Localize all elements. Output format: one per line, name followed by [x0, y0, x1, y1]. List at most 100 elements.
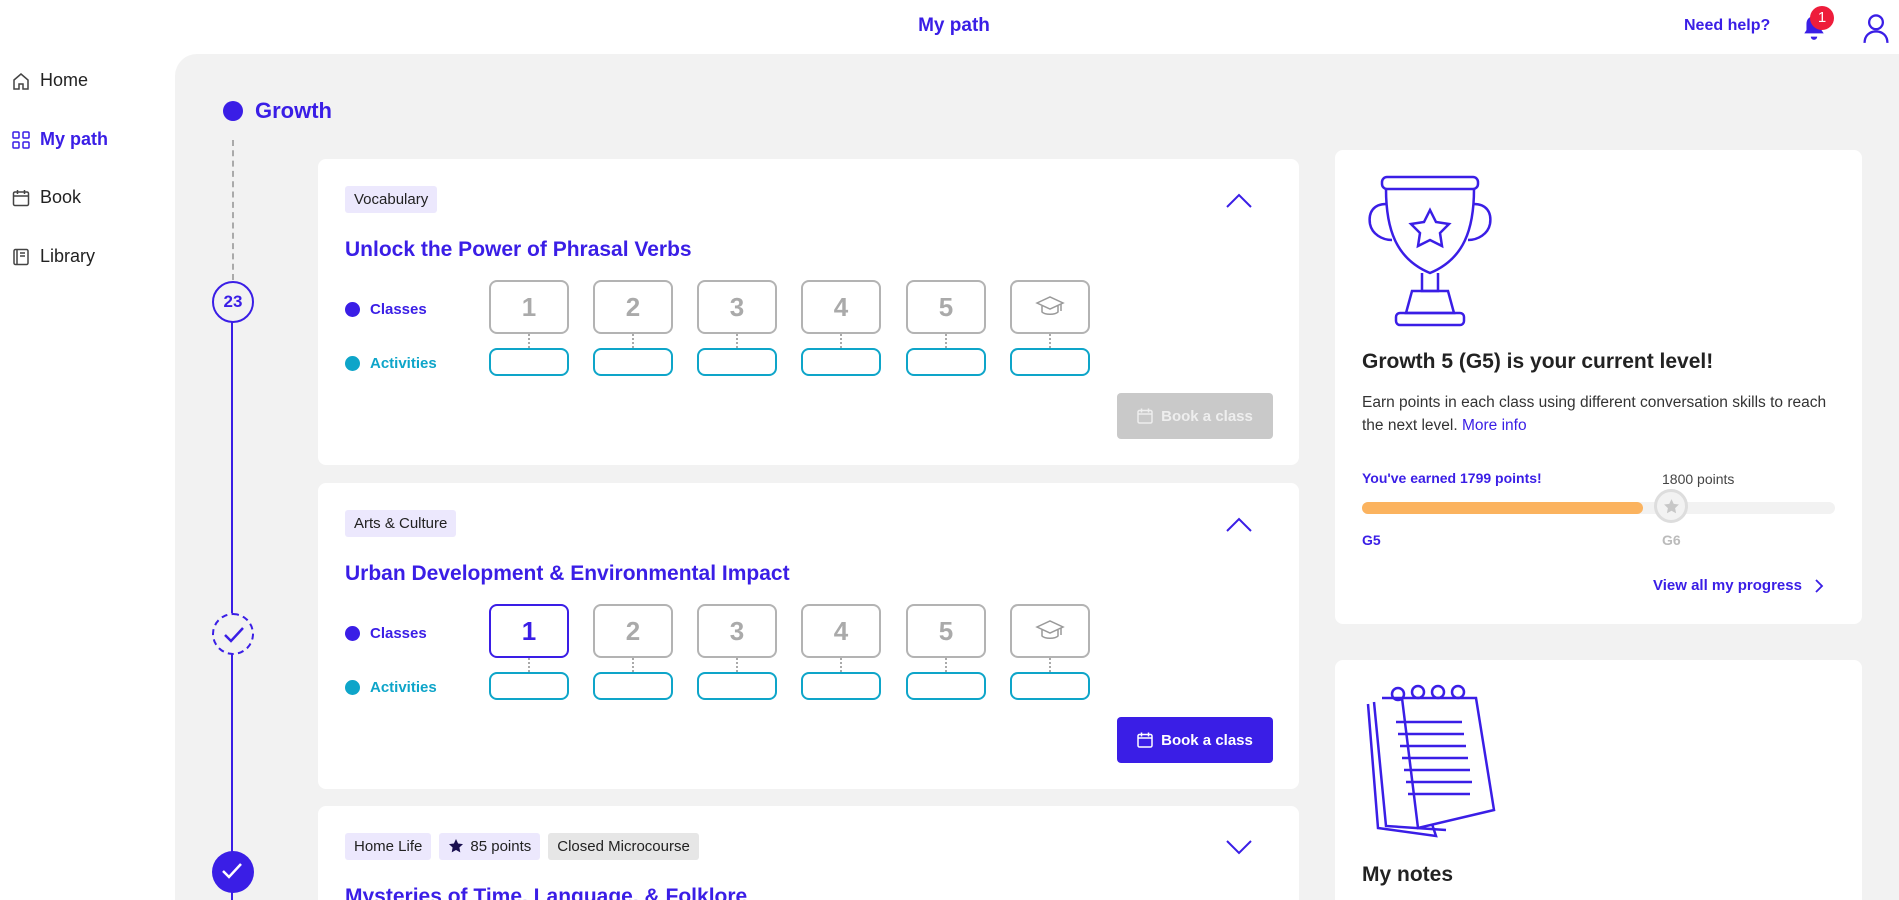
level-title: Growth 5 (G5) is your current level! — [1362, 350, 1714, 373]
calendar-icon — [1137, 732, 1153, 748]
class-column[interactable]: 1 — [489, 604, 569, 700]
grid-icon — [12, 130, 30, 149]
calendar-icon — [1137, 408, 1153, 424]
activity-box[interactable] — [906, 672, 986, 700]
notification-badge: 1 — [1810, 6, 1834, 30]
class-box[interactable]: 4 — [801, 604, 881, 658]
course-card: Home Life 85 points Closed Microcourse M… — [318, 806, 1299, 900]
class-column[interactable]: 2 — [593, 604, 673, 700]
points-tag: 85 points — [439, 833, 541, 860]
class-box[interactable]: 3 — [697, 604, 777, 658]
class-column[interactable]: 2 — [593, 280, 673, 376]
class-column[interactable] — [1010, 280, 1090, 376]
sidebar-item-my-path[interactable]: My path — [12, 129, 108, 150]
chevron-down-icon[interactable] — [1225, 838, 1253, 856]
trophy-icon — [1368, 175, 1492, 327]
class-column[interactable]: 4 — [801, 604, 881, 700]
progress-bar — [1362, 502, 1835, 514]
card-tags: Home Life 85 points Closed Microcourse — [345, 833, 699, 860]
course-title[interactable]: Unlock the Power of Phrasal Verbs — [345, 238, 692, 262]
course-title[interactable]: Urban Development & Environmental Impact — [345, 562, 790, 586]
activity-box[interactable] — [593, 672, 673, 700]
chevron-right-icon — [1815, 578, 1824, 593]
calendar-icon — [12, 189, 30, 206]
class-column[interactable]: 5 — [906, 280, 986, 376]
timeline-node-completed — [212, 851, 254, 893]
activity-box[interactable] — [489, 672, 569, 700]
need-help-link[interactable]: Need help? — [1684, 17, 1770, 35]
topic-tag: Home Life — [345, 833, 432, 860]
sidebar-item-label: My path — [40, 129, 109, 149]
notepad-icon — [1366, 684, 1496, 838]
more-info-link[interactable]: More info — [1462, 417, 1527, 434]
activity-box[interactable] — [489, 348, 569, 376]
class-box[interactable]: 1 — [489, 280, 569, 334]
sidebar-item-label: Library — [40, 246, 96, 266]
sidebar-item-library[interactable]: Library — [12, 246, 95, 267]
notes-card: My notes — [1335, 660, 1862, 900]
classes-label: Classes — [345, 301, 427, 318]
level-header: Growth — [223, 98, 332, 124]
activity-box[interactable] — [1010, 348, 1090, 376]
level-description: Earn points in each class using differen… — [1362, 394, 1827, 434]
sidebar-item-book[interactable]: Book — [12, 187, 81, 208]
main-content: Growth 23 Vocabulary Unlock the Power of… — [175, 54, 1899, 900]
progress-knob — [1654, 489, 1688, 523]
graduation-box[interactable] — [1010, 280, 1090, 334]
class-box[interactable]: 2 — [593, 280, 673, 334]
class-column[interactable]: 5 — [906, 604, 986, 700]
view-progress-link[interactable]: View all my progress — [1653, 577, 1824, 594]
activities-label: Activities — [345, 679, 437, 696]
activities-label: Activities — [345, 355, 437, 372]
timeline-dashed-line — [232, 140, 234, 280]
class-box[interactable]: 5 — [906, 604, 986, 658]
course-title[interactable]: Mysteries of Time, Language, & Folklore — [345, 885, 747, 900]
classes-label: Classes — [345, 625, 427, 642]
sidebar: Home My path Book Library — [0, 54, 175, 900]
activity-box[interactable] — [1010, 672, 1090, 700]
class-box[interactable]: 2 — [593, 604, 673, 658]
check-icon — [222, 863, 242, 879]
activity-box[interactable] — [697, 672, 777, 700]
class-column[interactable]: 1 — [489, 280, 569, 376]
activity-box[interactable] — [593, 348, 673, 376]
class-column[interactable]: 3 — [697, 604, 777, 700]
current-level-label: G5 — [1362, 532, 1381, 548]
activity-box[interactable] — [801, 348, 881, 376]
sidebar-item-label: Home — [40, 70, 89, 90]
book-icon — [13, 248, 29, 265]
class-column[interactable]: 4 — [801, 280, 881, 376]
top-bar: My path Need help? 1 — [0, 0, 1899, 54]
timeline-line — [231, 320, 233, 900]
course-card: Vocabulary Unlock the Power of Phrasal V… — [318, 159, 1299, 465]
topic-tag: Arts & Culture — [345, 510, 457, 537]
home-icon — [13, 72, 29, 90]
sidebar-item-home[interactable]: Home — [12, 70, 88, 91]
book-class-button[interactable]: Book a class — [1117, 717, 1273, 763]
class-box[interactable]: 5 — [906, 280, 986, 334]
topic-tag: Vocabulary — [345, 186, 438, 213]
sidebar-item-label: Book — [40, 187, 82, 207]
star-icon — [1664, 499, 1679, 514]
points-earned: You've earned 1799 points! — [1362, 470, 1542, 486]
activity-box[interactable] — [697, 348, 777, 376]
level-name: Growth — [255, 98, 332, 123]
user-icon[interactable] — [1862, 12, 1890, 44]
chevron-up-icon[interactable] — [1225, 191, 1253, 209]
class-column[interactable]: 3 — [697, 280, 777, 376]
class-box[interactable]: 3 — [697, 280, 777, 334]
progress-bar-fill — [1362, 502, 1643, 514]
class-box-current[interactable]: 1 — [489, 604, 569, 658]
book-class-button[interactable]: Book a class — [1117, 393, 1273, 439]
page-title: My path — [918, 15, 990, 36]
chevron-up-icon[interactable] — [1225, 515, 1253, 533]
level-dot — [223, 101, 243, 121]
notes-title: My notes — [1362, 863, 1454, 886]
activity-box[interactable] — [906, 348, 986, 376]
class-column[interactable] — [1010, 604, 1090, 700]
status-tag: Closed Microcourse — [548, 833, 699, 860]
activity-box[interactable] — [801, 672, 881, 700]
graduation-box[interactable] — [1010, 604, 1090, 658]
class-box[interactable]: 4 — [801, 280, 881, 334]
timeline-node-number: 23 — [212, 281, 254, 323]
